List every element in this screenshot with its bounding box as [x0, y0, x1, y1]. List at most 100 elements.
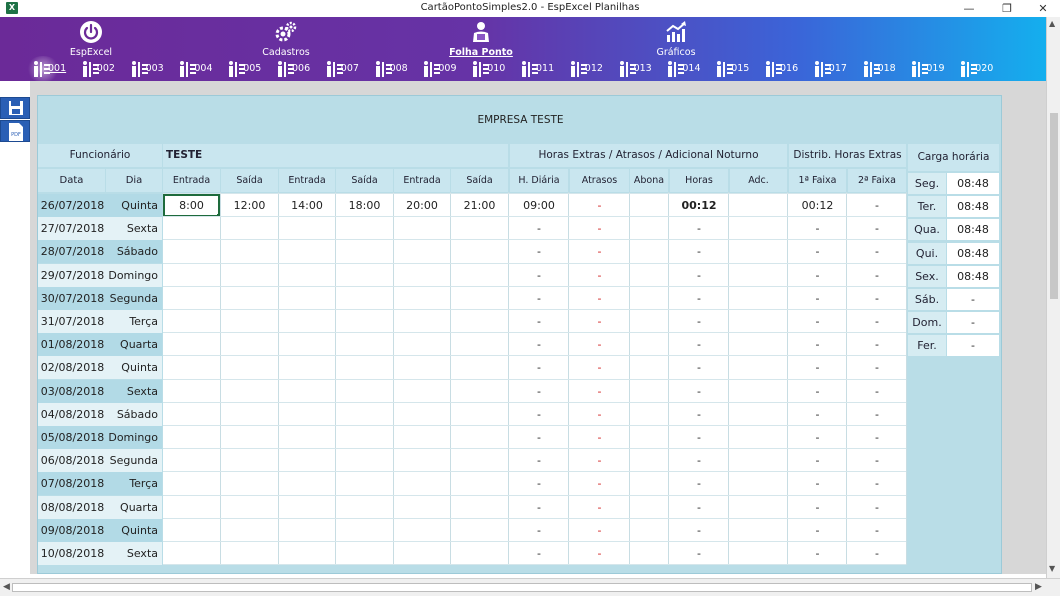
- month-tab-018[interactable]: 018: [862, 59, 910, 79]
- cell-entrada-3[interactable]: [394, 403, 450, 426]
- month-tab-010[interactable]: 010: [471, 59, 519, 79]
- cell-abona[interactable]: [630, 310, 668, 333]
- month-tab-007[interactable]: 007: [325, 59, 373, 79]
- month-tab-019[interactable]: 019: [910, 59, 958, 79]
- vertical-scroll-thumb[interactable]: [1050, 113, 1058, 299]
- cell-entrada-2[interactable]: [279, 426, 335, 449]
- cell-saida-1[interactable]: [221, 449, 278, 472]
- pdf-button[interactable]: PDF: [0, 120, 30, 142]
- scroll-up-arrow[interactable]: ▲: [1049, 19, 1055, 28]
- cell-abona[interactable]: [630, 496, 668, 519]
- month-tab-016[interactable]: 016: [764, 59, 812, 79]
- carga-hours-value[interactable]: -: [947, 289, 999, 310]
- cell-saida-1[interactable]: [221, 380, 278, 403]
- cell-abona[interactable]: [630, 519, 668, 542]
- cell-entrada-3[interactable]: [394, 287, 450, 310]
- cell-abona[interactable]: [630, 380, 668, 403]
- save-button[interactable]: [0, 97, 30, 119]
- month-tab-014[interactable]: 014: [666, 59, 714, 79]
- cell-entrada-1[interactable]: [163, 542, 220, 565]
- cell-saida-3[interactable]: 21:00: [451, 194, 508, 217]
- scroll-down-arrow[interactable]: ▼: [1049, 564, 1055, 573]
- cell-entrada-2[interactable]: [279, 380, 335, 403]
- cell-saida-3[interactable]: [451, 426, 508, 449]
- month-tab-015[interactable]: 015: [715, 59, 763, 79]
- cell-entrada-1[interactable]: [163, 519, 220, 542]
- cell-entrada-3[interactable]: [394, 496, 450, 519]
- cell-entrada-1[interactable]: [163, 356, 220, 379]
- cell-saida-1[interactable]: [221, 542, 278, 565]
- cell-entrada-2[interactable]: [279, 264, 335, 287]
- carga-hours-value[interactable]: 08:48: [947, 242, 999, 264]
- month-tab-013[interactable]: 013: [618, 59, 666, 79]
- cell-saida-1[interactable]: [221, 240, 278, 263]
- cell-abona[interactable]: [630, 333, 668, 356]
- cell-saida-2[interactable]: [336, 449, 393, 472]
- cell-entrada-2[interactable]: [279, 356, 335, 379]
- cell-abona[interactable]: [630, 449, 668, 472]
- cell-saida-3[interactable]: [451, 449, 508, 472]
- cell-entrada-3[interactable]: [394, 449, 450, 472]
- cell-abona[interactable]: [630, 194, 668, 217]
- month-tab-009[interactable]: 009: [422, 59, 470, 79]
- carga-hours-value[interactable]: 08:48: [947, 173, 999, 194]
- horizontal-scroll-thumb[interactable]: [12, 583, 1032, 592]
- cell-saida-2[interactable]: [336, 287, 393, 310]
- cell-entrada-1[interactable]: [163, 333, 220, 356]
- cell-entrada-1[interactable]: [163, 240, 220, 263]
- scroll-left-arrow[interactable]: ◀: [3, 582, 10, 592]
- menu-folha-ponto[interactable]: Folha Ponto: [436, 20, 526, 58]
- cell-entrada-1[interactable]: 8:00: [163, 194, 220, 217]
- month-tab-020[interactable]: 020: [959, 59, 1007, 79]
- cell-saida-3[interactable]: [451, 403, 508, 426]
- cell-saida-2[interactable]: [336, 519, 393, 542]
- cell-saida-2[interactable]: [336, 542, 393, 565]
- cell-entrada-3[interactable]: [394, 426, 450, 449]
- close-button[interactable]: ✕: [1024, 0, 1060, 17]
- cell-abona[interactable]: [630, 287, 668, 310]
- cell-saida-1[interactable]: [221, 310, 278, 333]
- cell-saida-1[interactable]: 12:00: [221, 194, 278, 217]
- cell-saida-3[interactable]: [451, 380, 508, 403]
- horizontal-scrollbar[interactable]: ◀ ▶: [0, 578, 1060, 596]
- cell-saida-2[interactable]: [336, 426, 393, 449]
- cell-abona[interactable]: [630, 542, 668, 565]
- month-tab-003[interactable]: 003: [130, 59, 178, 79]
- cell-entrada-2[interactable]: [279, 333, 335, 356]
- cell-saida-3[interactable]: [451, 287, 508, 310]
- cell-entrada-3[interactable]: [394, 217, 450, 240]
- carga-hours-value[interactable]: -: [947, 335, 999, 357]
- carga-hours-value[interactable]: 08:48: [947, 196, 999, 218]
- cell-entrada-3[interactable]: [394, 240, 450, 263]
- cell-entrada-1[interactable]: [163, 264, 220, 287]
- cell-entrada-1[interactable]: [163, 217, 220, 240]
- cell-entrada-3[interactable]: [394, 356, 450, 379]
- month-tab-001[interactable]: 001: [26, 56, 80, 82]
- cell-entrada-3[interactable]: [394, 264, 450, 287]
- employee-name[interactable]: TESTE: [163, 144, 508, 167]
- cell-entrada-2[interactable]: [279, 403, 335, 426]
- cell-abona[interactable]: [630, 356, 668, 379]
- carga-hours-value[interactable]: -: [947, 312, 999, 334]
- cell-entrada-1[interactable]: [163, 310, 220, 333]
- cell-abona[interactable]: [630, 403, 668, 426]
- cell-saida-2[interactable]: [336, 333, 393, 356]
- cell-saida-2[interactable]: [336, 217, 393, 240]
- month-tab-005[interactable]: 005: [227, 59, 275, 79]
- cell-entrada-2[interactable]: [279, 542, 335, 565]
- month-tab-011[interactable]: 011: [520, 59, 568, 79]
- cell-entrada-3[interactable]: 20:00: [394, 194, 450, 217]
- cell-saida-2[interactable]: [336, 240, 393, 263]
- cell-saida-1[interactable]: [221, 426, 278, 449]
- menu-espexcel[interactable]: EspExcel: [46, 20, 136, 58]
- cell-abona[interactable]: [630, 426, 668, 449]
- cell-saida-1[interactable]: [221, 403, 278, 426]
- cell-saida-2[interactable]: [336, 403, 393, 426]
- cell-saida-2[interactable]: [336, 310, 393, 333]
- cell-saida-3[interactable]: [451, 519, 508, 542]
- cell-saida-1[interactable]: [221, 264, 278, 287]
- cell-saida-1[interactable]: [221, 356, 278, 379]
- cell-abona[interactable]: [630, 240, 668, 263]
- cell-entrada-2[interactable]: [279, 240, 335, 263]
- cell-saida-3[interactable]: [451, 472, 508, 495]
